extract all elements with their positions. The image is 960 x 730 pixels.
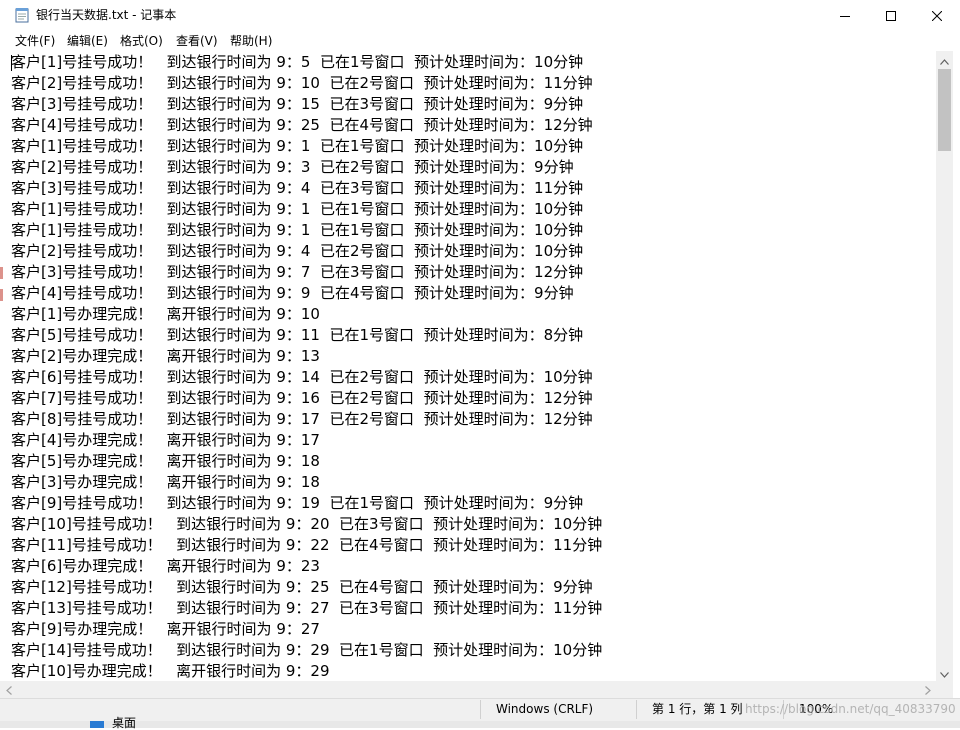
- status-cursor-position: 第 1 行，第 1 列: [652, 702, 743, 716]
- text-line: 客户[5]号挂号成功！ 到达银行时间为 9：11 已在1号窗口 预计处理时间为：…: [11, 326, 584, 344]
- left-edge-artifact: [0, 289, 3, 301]
- menu-bar: 文件(F) 编辑(E) 格式(O) 查看(V) 帮助(H): [0, 31, 960, 51]
- text-line: 客户[1]号挂号成功！ 到达银行时间为 9：1 已在1号窗口 预计处理时间为：1…: [11, 137, 584, 155]
- text-caret: [11, 55, 12, 71]
- status-encoding: Windows (CRLF): [496, 702, 594, 716]
- text-editor[interactable]: 客户[1]号挂号成功！ 到达银行时间为 9：5 已在1号窗口 预计处理时间为：1…: [0, 51, 936, 681]
- close-icon: [932, 10, 942, 21]
- scroll-up-button[interactable]: [936, 51, 953, 68]
- left-edge-artifact: [0, 267, 3, 279]
- text-line: 客户[2]号挂号成功！ 到达银行时间为 9：10 已在2号窗口 预计处理时间为：…: [11, 74, 593, 92]
- text-line: 客户[3]号挂号成功！ 到达银行时间为 9：15 已在3号窗口 预计处理时间为：…: [11, 95, 584, 113]
- chevron-left-icon: [5, 680, 12, 699]
- text-line: 客户[12]号挂号成功！ 到达银行时间为 9：25 已在4号窗口 预计处理时间为…: [11, 578, 593, 596]
- text-line: 客户[6]号办理完成！ 离开银行时间为 9：23: [11, 557, 320, 575]
- text-line: 客户[10]号挂号成功！ 到达银行时间为 9：20 已在3号窗口 预计处理时间为…: [11, 515, 603, 533]
- status-divider: [480, 700, 481, 719]
- text-line: 客户[2]号挂号成功！ 到达银行时间为 9：3 已在2号窗口 预计处理时间为：9…: [11, 158, 574, 176]
- window-title: 银行当天数据.txt - 记事本: [36, 8, 177, 22]
- text-line: 客户[1]号挂号成功！ 到达银行时间为 9：1 已在1号窗口 预计处理时间为：1…: [11, 200, 584, 218]
- scroll-right-button[interactable]: [919, 681, 936, 698]
- notepad-window: 银行当天数据.txt - 记事本 文件(F) 编辑(E) 格式(O) 查看(V)…: [0, 0, 960, 730]
- desktop-folder-icon: [90, 721, 104, 728]
- chevron-right-icon: [924, 680, 931, 699]
- text-line: 客户[14]号挂号成功！ 到达银行时间为 9：29 已在1号窗口 预计处理时间为…: [11, 641, 603, 659]
- vertical-scroll-thumb[interactable]: [938, 69, 951, 151]
- watermark: https://blog.csdn.net/qq_40833790: [745, 702, 956, 716]
- maximize-button[interactable]: [868, 0, 914, 31]
- text-line: 客户[4]号挂号成功！ 到达银行时间为 9：9 已在4号窗口 预计处理时间为：9…: [11, 284, 574, 302]
- minimize-icon: [840, 11, 850, 21]
- text-line: 客户[1]号挂号成功！ 到达银行时间为 9：1 已在1号窗口 预计处理时间为：1…: [11, 221, 584, 239]
- text-line: 客户[1]号办理完成！ 离开银行时间为 9：10: [11, 305, 320, 323]
- menu-format[interactable]: 格式(O): [120, 31, 163, 51]
- text-line: 客户[3]号挂号成功！ 到达银行时间为 9：7 已在3号窗口 预计处理时间为：1…: [11, 263, 584, 281]
- text-line: 客户[3]号挂号成功！ 到达银行时间为 9：4 已在3号窗口 预计处理时间为：1…: [11, 179, 584, 197]
- text-line: 客户[4]号办理完成！ 离开银行时间为 9：17: [11, 431, 320, 449]
- chevron-up-icon: [940, 50, 949, 69]
- scroll-down-button[interactable]: [936, 664, 953, 681]
- text-line: 客户[5]号办理完成！ 离开银行时间为 9：18: [11, 452, 320, 470]
- maximize-icon: [886, 10, 896, 21]
- scrollbar-corner: [936, 681, 953, 698]
- chevron-down-icon: [940, 663, 949, 682]
- text-line: 客户[11]号挂号成功！ 到达银行时间为 9：22 已在4号窗口 预计处理时间为…: [11, 536, 603, 554]
- scroll-left-button[interactable]: [0, 681, 17, 698]
- status-divider: [636, 700, 637, 719]
- menu-edit[interactable]: 编辑(E): [67, 31, 108, 51]
- text-line: 客户[7]号挂号成功！ 到达银行时间为 9：16 已在2号窗口 预计处理时间为：…: [11, 389, 593, 407]
- menu-view[interactable]: 查看(V): [176, 31, 218, 51]
- menu-help[interactable]: 帮助(H): [230, 31, 272, 51]
- window-right-border: [953, 51, 960, 698]
- text-line: 客户[6]号挂号成功！ 到达银行时间为 9：14 已在2号窗口 预计处理时间为：…: [11, 368, 593, 386]
- title-bar[interactable]: 银行当天数据.txt - 记事本: [0, 0, 960, 31]
- minimize-button[interactable]: [822, 0, 868, 31]
- text-line: 客户[9]号办理完成！ 离开银行时间为 9：27: [11, 620, 320, 638]
- horizontal-scrollbar[interactable]: [0, 681, 936, 698]
- text-line: 客户[10]号办理完成！ 离开银行时间为 9：29: [11, 662, 330, 680]
- menu-file[interactable]: 文件(F): [15, 31, 55, 51]
- notepad-icon: [15, 7, 29, 23]
- close-button[interactable]: [914, 0, 960, 31]
- text-line: 客户[8]号挂号成功！ 到达银行时间为 9：17 已在2号窗口 预计处理时间为：…: [11, 410, 593, 428]
- desktop-background: [0, 721, 960, 728]
- text-line: 客户[13]号挂号成功！ 到达银行时间为 9：27 已在3号窗口 预计处理时间为…: [11, 599, 603, 617]
- text-line: 客户[3]号办理完成！ 离开银行时间为 9：18: [11, 473, 320, 491]
- text-line: 客户[2]号办理完成！ 离开银行时间为 9：13: [11, 347, 320, 365]
- text-line: 客户[2]号挂号成功！ 到达银行时间为 9：4 已在2号窗口 预计处理时间为：1…: [11, 242, 584, 260]
- text-line: 客户[9]号挂号成功！ 到达银行时间为 9：19 已在1号窗口 预计处理时间为：…: [11, 494, 584, 512]
- text-line: 客户[1]号挂号成功！ 到达银行时间为 9：5 已在1号窗口 预计处理时间为：1…: [11, 53, 584, 71]
- text-line: 客户[4]号挂号成功！ 到达银行时间为 9：25 已在4号窗口 预计处理时间为：…: [11, 116, 593, 134]
